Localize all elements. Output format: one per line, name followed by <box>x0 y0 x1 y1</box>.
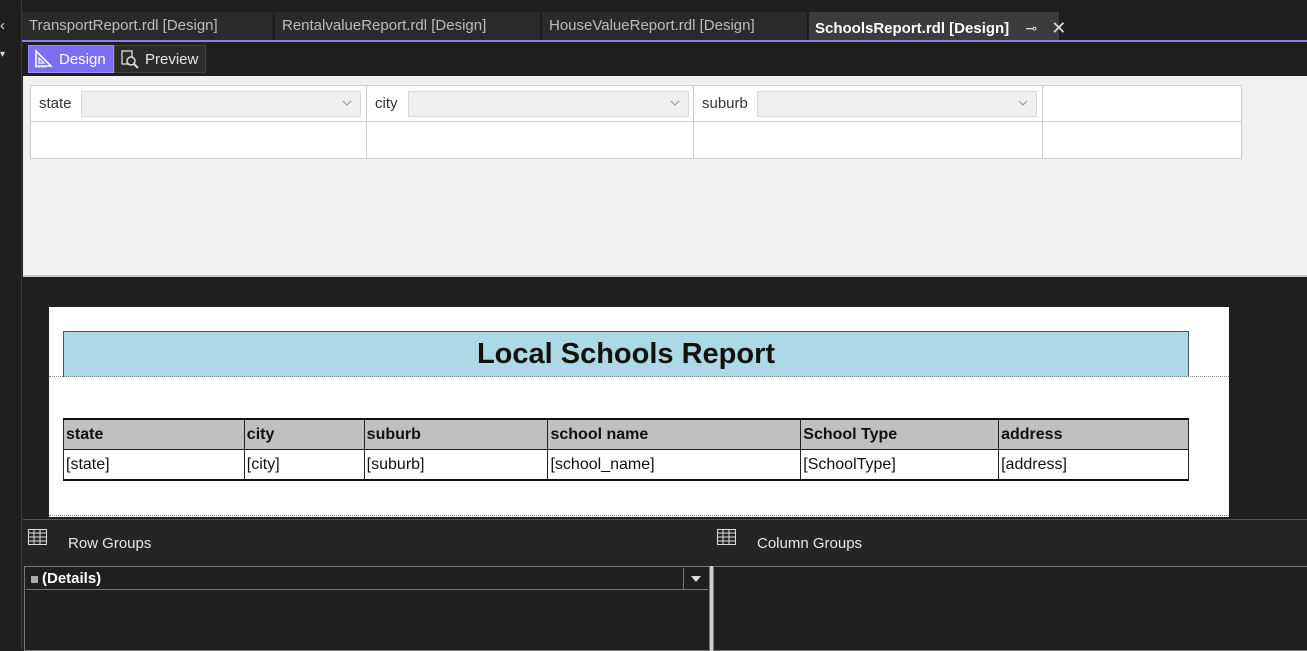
caret-down-icon <box>691 576 701 582</box>
column-header[interactable]: city <box>243 418 365 450</box>
preview-button[interactable]: Preview <box>114 45 206 73</box>
tab-housevalue-report[interactable]: HouseValueReport.rdl [Design] <box>542 12 808 40</box>
preview-label: Preview <box>145 51 199 68</box>
tab-label: HouseValueReport.rdl [Design] <box>549 17 755 34</box>
tab-label: TransportReport.rdl [Design] <box>29 17 218 34</box>
body-boundary[interactable] <box>49 515 1229 516</box>
column-header[interactable]: suburb <box>363 418 549 450</box>
report-body[interactable]: Local Schools Report state city suburb s… <box>49 307 1229 517</box>
column-groups-icon <box>717 529 736 545</box>
group-square-icon <box>31 576 38 583</box>
chevron-down-icon <box>670 100 680 106</box>
column-header[interactable]: school name <box>547 418 802 450</box>
row-group-details[interactable]: (Details) <box>26 568 708 590</box>
ruler-triangle-icon <box>35 49 53 68</box>
field-cell[interactable]: [address] <box>998 449 1189 481</box>
parameter-cell-empty <box>1043 86 1241 122</box>
field-cell[interactable]: [state] <box>63 449 245 481</box>
grouping-pane: Row Groups Column Groups (Details) <box>23 519 1307 651</box>
close-icon[interactable]: ✕ <box>1051 18 1066 38</box>
field-cell[interactable]: [school_name] <box>547 449 802 481</box>
parameter-area: state city suburb <box>23 76 1307 277</box>
row-groups-label: Row Groups <box>68 535 152 552</box>
page-header-boundary[interactable] <box>49 376 1229 377</box>
column-header[interactable]: address <box>998 418 1189 450</box>
parameter-label: state <box>39 95 72 112</box>
tab-label: SchoolsReport.rdl [Design] <box>815 20 1010 37</box>
field-cell[interactable]: [suburb] <box>363 449 549 481</box>
left-strip: ‹ ▾ <box>0 0 22 650</box>
report-view-toolbar: Design Preview <box>22 42 1307 76</box>
column-header[interactable]: state <box>63 418 245 450</box>
collapse-arrow-icon[interactable]: ‹ <box>0 17 10 34</box>
parameter-label: suburb <box>702 95 748 112</box>
table-row: [state] [city] [suburb] [school_name] [S… <box>63 449 1189 481</box>
parameter-label: city <box>375 95 398 112</box>
parameter-grid: state city suburb <box>30 85 1242 159</box>
suburb-dropdown[interactable] <box>757 91 1037 117</box>
dropdown-arrow-icon[interactable]: ▾ <box>0 49 10 60</box>
parameter-cell-state: state <box>31 86 367 122</box>
parameter-cell-empty <box>31 122 367 158</box>
design-button[interactable]: Design <box>28 45 114 73</box>
table-header-row: state city suburb school name School Typ… <box>63 418 1189 450</box>
state-dropdown[interactable] <box>81 91 361 117</box>
group-label: (Details) <box>42 570 102 587</box>
tab-transport-report[interactable]: TransportReport.rdl [Design] <box>22 12 274 40</box>
pin-icon[interactable]: ⊸ <box>1025 20 1037 36</box>
report-title-textbox[interactable]: Local Schools Report <box>63 331 1189 377</box>
field-cell[interactable]: [SchoolType] <box>800 449 1000 481</box>
parameter-cell-empty <box>1043 122 1241 158</box>
city-dropdown[interactable] <box>408 91 689 117</box>
document-tab-bar: TransportReport.rdl [Design] Rentalvalue… <box>22 12 1307 42</box>
group-menu-dropdown[interactable] <box>683 568 708 590</box>
chevron-down-icon <box>342 100 352 106</box>
parameter-cell-empty <box>694 122 1043 158</box>
column-groups-list[interactable] <box>713 566 1307 651</box>
row-groups-list[interactable]: (Details) <box>24 566 710 651</box>
design-label: Design <box>59 51 106 68</box>
tab-label: RentalvalueReport.rdl [Design] <box>282 17 487 34</box>
tab-schools-report[interactable]: SchoolsReport.rdl [Design] ⊸ ✕ <box>809 12 1066 40</box>
schools-tablix[interactable]: state city suburb school name School Typ… <box>63 418 1189 481</box>
column-header[interactable]: School Type <box>800 418 1000 450</box>
preview-magnifier-icon <box>121 50 139 69</box>
report-title: Local Schools Report <box>476 338 776 370</box>
parameter-cell-empty <box>367 122 694 158</box>
chevron-down-icon <box>1018 100 1028 106</box>
parameter-cell-suburb: suburb <box>694 86 1043 122</box>
row-groups-header: Row Groups <box>23 520 713 564</box>
column-groups-header: Column Groups <box>713 520 1307 564</box>
row-groups-icon <box>28 529 47 545</box>
column-groups-label: Column Groups <box>757 535 863 552</box>
field-cell[interactable]: [city] <box>243 449 365 481</box>
parameter-cell-city: city <box>367 86 694 122</box>
tab-rentalvalue-report[interactable]: RentalvalueReport.rdl [Design] <box>275 12 541 40</box>
